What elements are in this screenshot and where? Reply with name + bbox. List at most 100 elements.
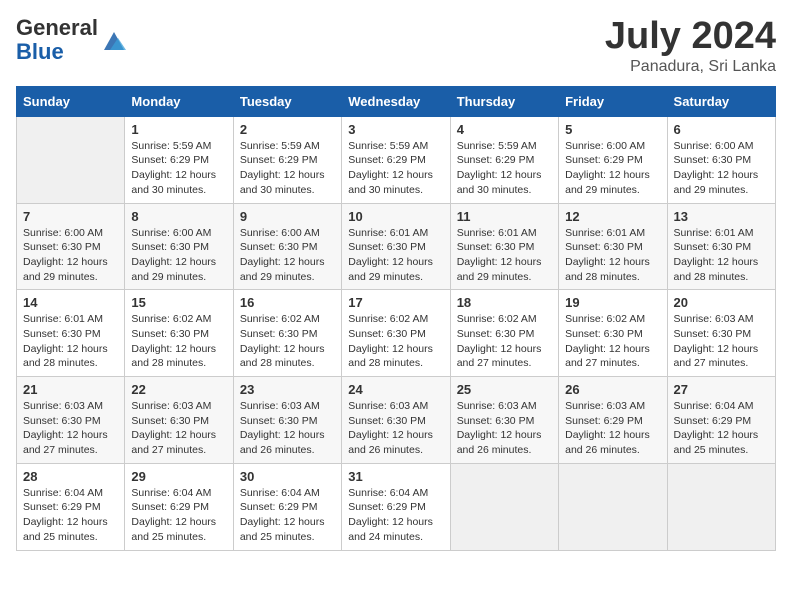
- day-number: 16: [240, 295, 335, 310]
- calendar-cell: 17Sunrise: 6:02 AM Sunset: 6:30 PM Dayli…: [342, 290, 450, 377]
- day-info: Sunrise: 6:04 AM Sunset: 6:29 PM Dayligh…: [240, 486, 335, 545]
- day-info: Sunrise: 6:03 AM Sunset: 6:30 PM Dayligh…: [23, 399, 118, 458]
- day-number: 21: [23, 382, 118, 397]
- calendar-cell: 27 Sunrise: 6:04 AM Sunset: 6:29 PM Dayli…: [667, 377, 775, 464]
- page-header: General Blue July 2024 Panadura, Sri Lan…: [16, 16, 776, 76]
- calendar-cell: 2 Sunrise: 5:59 AM Sunset: 6:29 PM Daylig…: [233, 116, 341, 203]
- day-number: 28: [23, 469, 118, 484]
- day-number: 30: [240, 469, 335, 484]
- day-info: Sunrise: 5:59 AM Sunset: 6:29 PM Dayligh…: [457, 139, 552, 198]
- day-number: 5: [565, 122, 660, 137]
- day-number: 11: [457, 209, 552, 224]
- day-info: Sunrise: 5:59 AM Sunset: 6:29 PM Dayligh…: [348, 139, 443, 198]
- day-number: 7: [23, 209, 118, 224]
- calendar-cell: [17, 116, 125, 203]
- day-info: Sunrise: 6:03 AM Sunset: 6:30 PM Dayligh…: [674, 312, 769, 371]
- day-info: Sunrise: 6:00 AM Sunset: 6:30 PM Dayligh…: [131, 226, 226, 285]
- day-number: 19: [565, 295, 660, 310]
- day-info: Sunrise: 6:04 AM Sunset: 6:29 PM Dayligh…: [348, 486, 443, 545]
- logo-text: General Blue: [16, 16, 98, 64]
- day-number: 2: [240, 122, 335, 137]
- calendar-cell: 21 Sunrise: 6:03 AM Sunset: 6:30 PM Dayli…: [17, 377, 125, 464]
- header-row: SundayMondayTuesdayWednesdayThursdayFrid…: [17, 86, 776, 116]
- month-title: July 2024: [605, 16, 776, 58]
- calendar-cell: 28 Sunrise: 6:04 AM Sunset: 6:29 PM Dayli…: [17, 463, 125, 550]
- location: Panadura, Sri Lanka: [605, 58, 776, 76]
- day-number: 13: [674, 209, 769, 224]
- column-header-monday: Monday: [125, 86, 233, 116]
- day-info: Sunrise: 6:04 AM Sunset: 6:29 PM Dayligh…: [23, 486, 118, 545]
- calendar-cell: 15Sunrise: 6:02 AM Sunset: 6:30 PM Dayli…: [125, 290, 233, 377]
- day-info: Sunrise: 5:59 AM Sunset: 6:29 PM Dayligh…: [131, 139, 226, 198]
- calendar-cell: 23Sunrise: 6:03 AM Sunset: 6:30 PM Dayli…: [233, 377, 341, 464]
- day-number: 18: [457, 295, 552, 310]
- day-info: Sunrise: 6:01 AM Sunset: 6:30 PM Dayligh…: [457, 226, 552, 285]
- day-number: 29: [131, 469, 226, 484]
- calendar-cell: 18 Sunrise: 6:02 AM Sunset: 6:30 PM Dayli…: [450, 290, 558, 377]
- calendar-cell: 26 Sunrise: 6:03 AM Sunset: 6:29 PM Dayli…: [559, 377, 667, 464]
- logo: General Blue: [16, 16, 128, 64]
- calendar-cell: 13 Sunrise: 6:01 AM Sunset: 6:30 PM Dayli…: [667, 203, 775, 290]
- day-number: 6: [674, 122, 769, 137]
- day-info: Sunrise: 6:00 AM Sunset: 6:30 PM Dayligh…: [240, 226, 335, 285]
- day-number: 25: [457, 382, 552, 397]
- day-info: Sunrise: 6:03 AM Sunset: 6:30 PM Dayligh…: [457, 399, 552, 458]
- calendar-cell: 9 Sunrise: 6:00 AM Sunset: 6:30 PM Daylig…: [233, 203, 341, 290]
- calendar-cell: [450, 463, 558, 550]
- calendar-cell: 12 Sunrise: 6:01 AM Sunset: 6:30 PM Dayli…: [559, 203, 667, 290]
- day-number: 4: [457, 122, 552, 137]
- day-info: Sunrise: 6:01 AM Sunset: 6:30 PM Dayligh…: [348, 226, 443, 285]
- day-number: 3: [348, 122, 443, 137]
- calendar-week-4: 21 Sunrise: 6:03 AM Sunset: 6:30 PM Dayli…: [17, 377, 776, 464]
- day-info: Sunrise: 6:02 AM Sunset: 6:30 PM Dayligh…: [565, 312, 660, 371]
- day-info: Sunrise: 6:00 AM Sunset: 6:29 PM Dayligh…: [565, 139, 660, 198]
- day-number: 27: [674, 382, 769, 397]
- day-number: 9: [240, 209, 335, 224]
- day-info: Sunrise: 6:04 AM Sunset: 6:29 PM Dayligh…: [674, 399, 769, 458]
- day-info: Sunrise: 6:01 AM Sunset: 6:30 PM Dayligh…: [565, 226, 660, 285]
- day-number: 24: [348, 382, 443, 397]
- calendar-cell: 30 Sunrise: 6:04 AM Sunset: 6:29 PM Dayli…: [233, 463, 341, 550]
- logo-blue: Blue: [16, 39, 64, 64]
- column-header-tuesday: Tuesday: [233, 86, 341, 116]
- column-header-sunday: Sunday: [17, 86, 125, 116]
- calendar-cell: 20Sunrise: 6:03 AM Sunset: 6:30 PM Dayli…: [667, 290, 775, 377]
- logo-icon: [100, 26, 128, 54]
- day-number: 14: [23, 295, 118, 310]
- day-number: 1: [131, 122, 226, 137]
- day-number: 26: [565, 382, 660, 397]
- calendar-week-5: 28 Sunrise: 6:04 AM Sunset: 6:29 PM Dayli…: [17, 463, 776, 550]
- day-number: 15: [131, 295, 226, 310]
- column-header-saturday: Saturday: [667, 86, 775, 116]
- logo-general: General: [16, 15, 98, 40]
- calendar-cell: 14 Sunrise: 6:01 AM Sunset: 6:30 PM Dayli…: [17, 290, 125, 377]
- column-header-thursday: Thursday: [450, 86, 558, 116]
- calendar-week-2: 7 Sunrise: 6:00 AM Sunset: 6:30 PM Daylig…: [17, 203, 776, 290]
- calendar-cell: 1 Sunrise: 5:59 AM Sunset: 6:29 PM Daylig…: [125, 116, 233, 203]
- day-info: Sunrise: 6:01 AM Sunset: 6:30 PM Dayligh…: [674, 226, 769, 285]
- column-header-friday: Friday: [559, 86, 667, 116]
- day-number: 22: [131, 382, 226, 397]
- day-info: Sunrise: 6:02 AM Sunset: 6:30 PM Dayligh…: [457, 312, 552, 371]
- calendar-week-3: 14 Sunrise: 6:01 AM Sunset: 6:30 PM Dayli…: [17, 290, 776, 377]
- column-header-wednesday: Wednesday: [342, 86, 450, 116]
- day-number: 23: [240, 382, 335, 397]
- day-info: Sunrise: 6:01 AM Sunset: 6:30 PM Dayligh…: [23, 312, 118, 371]
- title-block: July 2024 Panadura, Sri Lanka: [605, 16, 776, 76]
- day-info: Sunrise: 6:00 AM Sunset: 6:30 PM Dayligh…: [23, 226, 118, 285]
- calendar-cell: [559, 463, 667, 550]
- day-info: Sunrise: 6:00 AM Sunset: 6:30 PM Dayligh…: [674, 139, 769, 198]
- day-number: 8: [131, 209, 226, 224]
- calendar-cell: 19 Sunrise: 6:02 AM Sunset: 6:30 PM Dayli…: [559, 290, 667, 377]
- calendar-cell: 5 Sunrise: 6:00 AM Sunset: 6:29 PM Daylig…: [559, 116, 667, 203]
- calendar-cell: 16Sunrise: 6:02 AM Sunset: 6:30 PM Dayli…: [233, 290, 341, 377]
- day-number: 12: [565, 209, 660, 224]
- calendar-cell: 11 Sunrise: 6:01 AM Sunset: 6:30 PM Dayli…: [450, 203, 558, 290]
- calendar-cell: 22Sunrise: 6:03 AM Sunset: 6:30 PM Dayli…: [125, 377, 233, 464]
- calendar-cell: 3 Sunrise: 5:59 AM Sunset: 6:29 PM Daylig…: [342, 116, 450, 203]
- day-info: Sunrise: 5:59 AM Sunset: 6:29 PM Dayligh…: [240, 139, 335, 198]
- calendar-table: SundayMondayTuesdayWednesdayThursdayFrid…: [16, 86, 776, 551]
- day-info: Sunrise: 6:04 AM Sunset: 6:29 PM Dayligh…: [131, 486, 226, 545]
- day-info: Sunrise: 6:03 AM Sunset: 6:29 PM Dayligh…: [565, 399, 660, 458]
- calendar-cell: [667, 463, 775, 550]
